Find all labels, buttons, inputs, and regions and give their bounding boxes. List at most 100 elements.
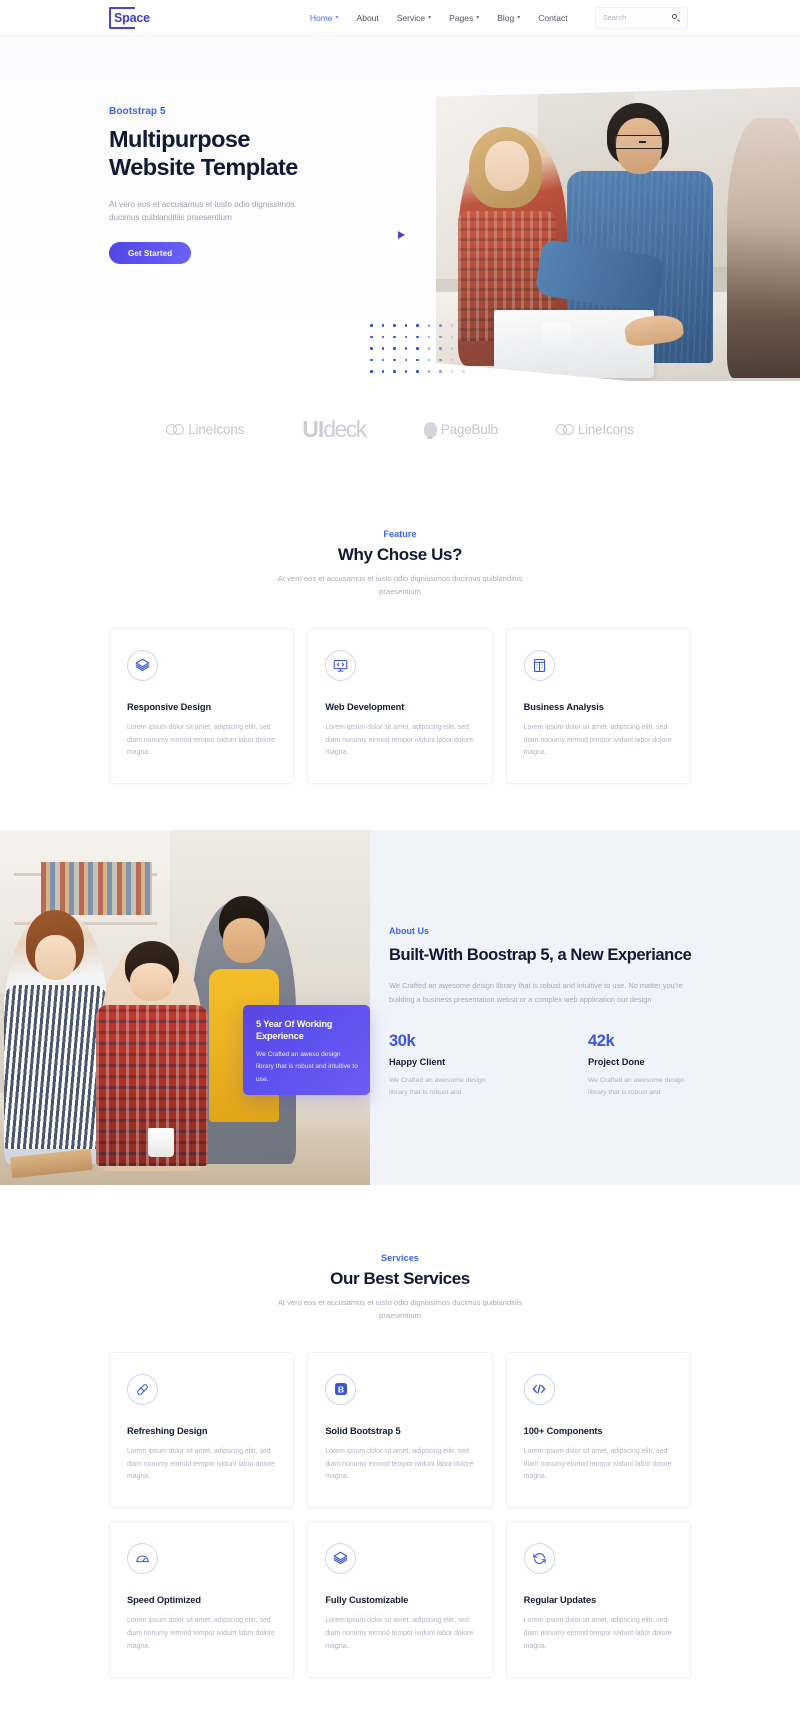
landing-page: Space Home ▾ About Service ▾ Pages ▾ Blo… (0, 0, 800, 1718)
feature-title: Why Chose Us? (337, 545, 463, 564)
stat-number: 42k (588, 1031, 615, 1050)
nav-item-about[interactable]: About (357, 13, 379, 23)
hero-title-line2: Website Template (109, 153, 298, 180)
card-title: Fully Customizable (325, 1595, 409, 1606)
nav-label: Home (309, 12, 333, 23)
stat-text: We Crafted an awesome design library tha… (588, 1076, 685, 1096)
dot (393, 324, 396, 327)
brand-lineicons-1[interactable]: LineIcons (166, 422, 244, 437)
card-text: Lorem ipsum dolor sit amet, adipscing el… (127, 1617, 275, 1650)
feature-card-web-development[interactable]: Web Development Lorem ipsum dolor sit am… (307, 627, 493, 785)
dot (427, 335, 431, 339)
dot (381, 347, 385, 350)
about-description: We Crafted an awesome design library tha… (389, 981, 683, 1004)
about-section: About Us Built-With Boostrap 5, a New Ex… (0, 830, 800, 1186)
hero-image (436, 87, 800, 381)
feature-section: Feature Why Chose Us? At vero eos et acc… (0, 477, 800, 785)
services-card-grid-row1: Refreshing Design Lorem ipsum dolor sit … (0, 1351, 800, 1509)
nav-item-home[interactable]: Home ▾ (310, 13, 339, 23)
card-text: Lorem ipsum dolor sit amet, adipscing el… (523, 1447, 672, 1481)
nav-item-blog[interactable]: Blog ▾ (497, 13, 520, 23)
search-box[interactable] (594, 6, 688, 29)
monitor-code-icon (325, 649, 357, 681)
dot (404, 347, 408, 350)
chevron-down-icon: ▾ (335, 15, 339, 21)
brand-pagebulb[interactable]: PageBulb (423, 421, 498, 437)
nav-item-service[interactable]: Service ▾ (397, 13, 431, 23)
dot (450, 358, 454, 362)
feature-description: At vero eos et accusamus et iusto odio d… (277, 574, 523, 596)
dot (404, 335, 408, 339)
brand-lineicons-2[interactable]: LineIcons (555, 422, 634, 437)
dot (450, 370, 454, 373)
card-title: Refreshing Design (127, 1425, 208, 1436)
dot (462, 370, 465, 373)
dot (381, 324, 385, 327)
service-card-solid-bootstrap-5[interactable]: B Solid Bootstrap 5 Lorem ipsum dolor si… (307, 1351, 493, 1509)
hero-section: Bootstrap 5 Multipurpose Website Templat… (0, 36, 800, 381)
dot (381, 335, 385, 339)
service-card-speed-optimized[interactable]: Speed Optimized Lorem ipsum dolor sit am… (109, 1521, 295, 1678)
nav-label: About (356, 12, 379, 23)
dot (462, 335, 465, 339)
service-card-refreshing-design[interactable]: Refreshing Design Lorem ipsum dolor sit … (109, 1351, 295, 1509)
dot (393, 358, 396, 362)
card-text: Lorem ipsum dolor sit amet, adipscing el… (523, 723, 672, 757)
code-brackets-icon (523, 1373, 555, 1405)
dot (370, 324, 373, 327)
dot (439, 335, 442, 339)
grid-analysis-icon (523, 649, 555, 681)
logo[interactable]: Space (109, 6, 150, 29)
service-card-100-components[interactable]: 100+ Components Lorem ipsum dolor sit am… (505, 1351, 691, 1509)
nav-label: Pages (449, 12, 474, 23)
decorative-dot-grid (370, 324, 474, 381)
search-icon[interactable] (671, 13, 680, 22)
dot (427, 324, 431, 327)
dot (416, 347, 419, 350)
stat-happy-client: 30k Happy Client We Crafted an awesome d… (389, 1032, 501, 1099)
search-input[interactable] (602, 13, 665, 22)
about-stats: 30k Happy Client We Crafted an awesome d… (389, 1032, 759, 1099)
card-title: Business Analysis (523, 701, 604, 712)
dot (404, 370, 408, 373)
hero-title: Multipurpose Website Template (109, 126, 400, 182)
hero-eyebrow: Bootstrap 5 (109, 106, 166, 117)
stat-label: Happy Client (389, 1056, 446, 1067)
dot (450, 324, 454, 327)
feature-header: Feature Why Chose Us? At vero eos et acc… (0, 529, 800, 599)
dot (462, 324, 465, 327)
dot (393, 347, 396, 350)
infinity-icon (555, 423, 574, 435)
dot (462, 347, 465, 350)
dot (416, 370, 419, 373)
stat-project-done: 42k Project Done We Crafted an awesome d… (588, 1032, 700, 1099)
nav-item-contact[interactable]: Contact (538, 13, 567, 23)
services-title: Our Best Services (330, 1269, 470, 1289)
about-eyebrow: About Us (389, 926, 429, 937)
brand-uideck[interactable]: UI deck (302, 416, 367, 443)
stat-number: 30k (389, 1031, 416, 1050)
dot (439, 370, 442, 373)
play-video-button[interactable] (385, 219, 416, 250)
brand-name: LineIcons (188, 421, 245, 437)
brand-name: PageBulb (440, 421, 498, 437)
feature-card-responsive-design[interactable]: Responsive Design Lorem ipsum dolor sit … (109, 627, 295, 785)
bulb-icon (423, 421, 437, 437)
card-text: Lorem ipsum dolor sit amet, adipscing el… (127, 723, 275, 757)
dot (393, 370, 396, 373)
experience-badge: 5 Year Of Working Experience We Crafted … (243, 1005, 370, 1095)
get-started-button[interactable]: Get Started (109, 242, 192, 265)
card-title: 100+ Components (523, 1425, 603, 1436)
chevron-down-icon: ▾ (428, 15, 432, 21)
service-card-fully-customizable[interactable]: Fully Customizable Lorem ipsum dolor sit… (307, 1521, 493, 1678)
experience-badge-text: We Crafted an aweso design library that … (256, 1051, 358, 1083)
dot (381, 358, 385, 362)
service-card-regular-updates[interactable]: Regular Updates Lorem ipsum dolor sit am… (505, 1521, 691, 1678)
dot (416, 335, 419, 339)
nav-item-pages[interactable]: Pages ▾ (449, 13, 479, 23)
nav-label: Blog (497, 12, 515, 23)
feature-card-business-analysis[interactable]: Business Analysis Lorem ipsum dolor sit … (505, 627, 691, 785)
dot (370, 347, 373, 350)
services-section: Services Our Best Services At vero eos e… (0, 1185, 800, 1718)
card-text: Lorem ipsum dolor sit amet, adipscing el… (325, 1447, 474, 1481)
